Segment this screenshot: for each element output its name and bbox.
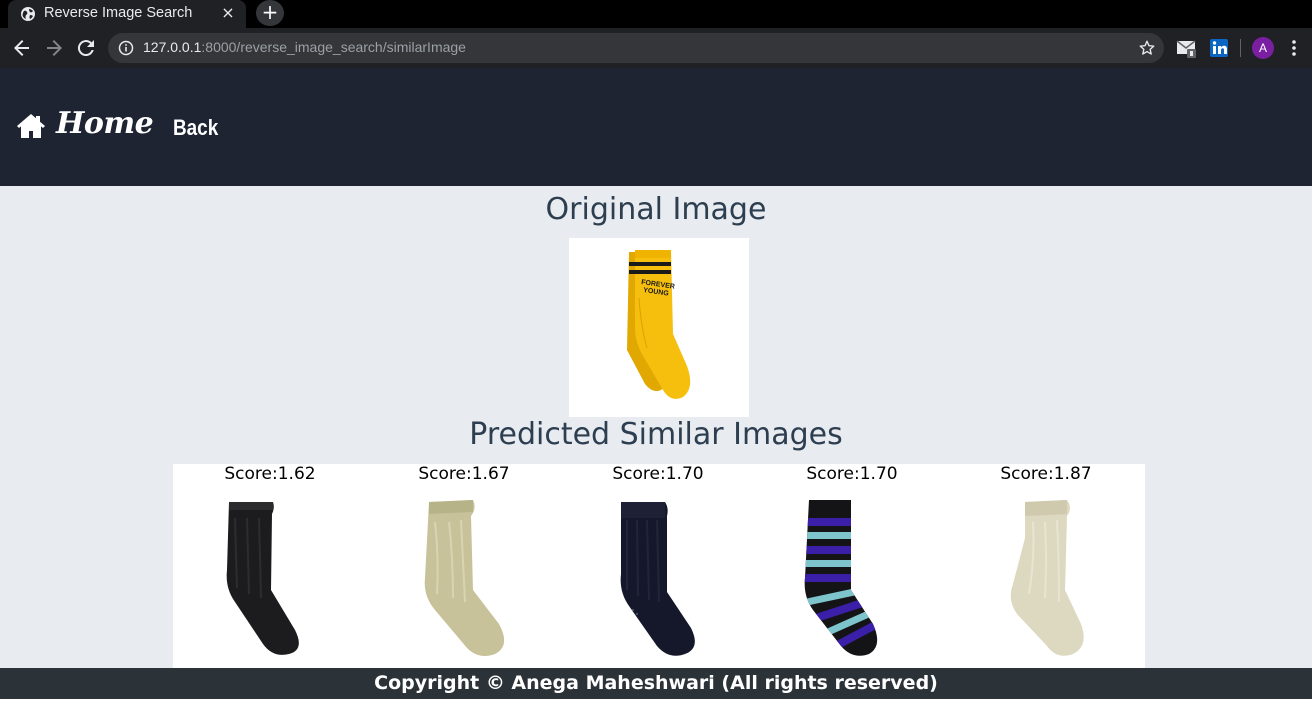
- home-label: Home: [56, 106, 154, 141]
- beige-sock-image: [424, 500, 505, 656]
- result-item[interactable]: Score:1.70: [561, 464, 755, 668]
- results-grid: Score:1.62 Score:1.67 Score:1.70 Score:1…: [173, 464, 1145, 668]
- globe-icon: [21, 7, 35, 21]
- original-image: FOREVER YOUNG: [569, 238, 749, 417]
- yellow-sock-image: FOREVER YOUNG: [627, 250, 691, 399]
- navy-sock-image: [620, 502, 695, 656]
- striped-sock-image: [804, 500, 878, 656]
- main-content: Original Image FOREVER YOUNG Predicted S…: [0, 186, 1312, 668]
- back-arrow-icon[interactable]: [10, 36, 34, 60]
- forward-arrow-icon[interactable]: [42, 36, 66, 60]
- kebab-menu-icon[interactable]: [1288, 38, 1300, 58]
- reload-icon[interactable]: [74, 36, 98, 60]
- result-score: Score:1.87: [1000, 464, 1092, 484]
- info-icon[interactable]: [118, 40, 134, 56]
- result-score: Score:1.70: [806, 464, 898, 484]
- original-image-heading: Original Image: [545, 192, 767, 227]
- result-item[interactable]: Score:1.62: [173, 464, 367, 668]
- result-item[interactable]: Score:1.87: [949, 464, 1143, 668]
- close-tab-icon[interactable]: ×: [218, 3, 238, 23]
- predicted-images-heading: Predicted Similar Images: [469, 417, 843, 452]
- result-item[interactable]: Score:1.67: [367, 464, 561, 668]
- profile-avatar[interactable]: A: [1252, 37, 1274, 59]
- page-bottom-strip: [0, 699, 1312, 708]
- result-score: Score:1.70: [612, 464, 704, 484]
- browser-toolbar: 127.0.0.1:8000/reverse_image_search/simi…: [0, 28, 1312, 68]
- site-footer: Copyright © Anega Maheshwari (All rights…: [0, 668, 1312, 699]
- back-link[interactable]: Back: [173, 115, 218, 141]
- result-score: Score:1.67: [418, 464, 510, 484]
- browser-tab-strip: Reverse Image Search × +: [0, 0, 1312, 28]
- result-item[interactable]: Score:1.70: [755, 464, 949, 668]
- linkedin-extension-icon[interactable]: [1208, 37, 1230, 59]
- browser-tab[interactable]: Reverse Image Search ×: [8, 0, 246, 28]
- url-path: :8000/reverse_image_search/similarImage: [201, 39, 466, 55]
- black-sock-image: [226, 502, 299, 655]
- cream-sock-image: [1010, 500, 1084, 656]
- site-navbar: Home Back: [0, 68, 1312, 186]
- result-score: Score:1.62: [224, 464, 316, 484]
- toolbar-separator: [1240, 39, 1241, 57]
- address-bar[interactable]: 127.0.0.1:8000/reverse_image_search/simi…: [108, 33, 1164, 63]
- url-host: 127.0.0.1: [143, 39, 202, 55]
- gmail-extension-icon[interactable]: [1176, 37, 1198, 59]
- new-tab-button[interactable]: +: [256, 0, 284, 26]
- star-icon[interactable]: [1138, 39, 1156, 57]
- url-text: 127.0.0.1:8000/reverse_image_search/simi…: [143, 39, 466, 55]
- home-icon: [17, 114, 45, 138]
- tab-title: Reverse Image Search: [44, 5, 193, 21]
